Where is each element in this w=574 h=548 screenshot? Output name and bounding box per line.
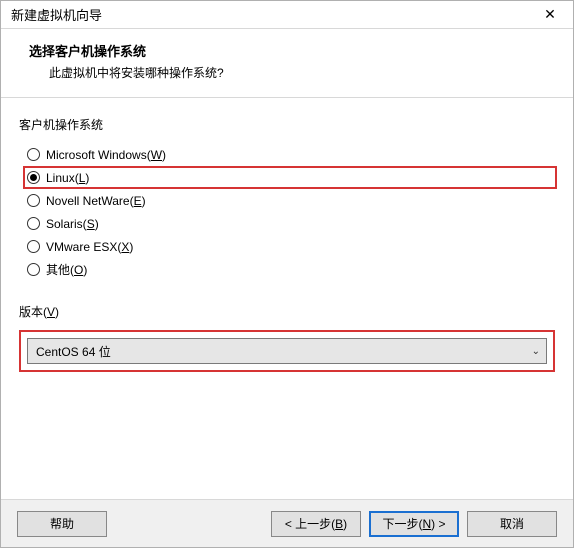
radio-label: Linux(L) [46, 171, 89, 185]
radio-label: VMware ESX(X) [46, 240, 133, 254]
guest-os-option-0[interactable]: Microsoft Windows(W) [25, 143, 555, 166]
new-vm-wizard-dialog: 新建虚拟机向导 ✕ 选择客户机操作系统 此虚拟机中将安装哪种操作系统? 客户机操… [0, 0, 574, 548]
header-title: 选择客户机操作系统 [29, 41, 553, 60]
radio-icon [27, 240, 40, 253]
guest-os-option-4[interactable]: VMware ESX(X) [25, 235, 555, 258]
radio-icon [27, 194, 40, 207]
radio-icon [27, 217, 40, 230]
back-button[interactable]: < 上一步(B) [271, 511, 361, 537]
guest-os-label: 客户机操作系统 [19, 116, 555, 133]
version-label: 版本(V) [19, 303, 555, 320]
radio-label: Novell NetWare(E) [46, 194, 146, 208]
radio-label: 其他(O) [46, 261, 87, 278]
guest-os-option-2[interactable]: Novell NetWare(E) [25, 189, 555, 212]
titlebar: 新建虚拟机向导 ✕ [1, 1, 573, 29]
help-button[interactable]: 帮助 [17, 511, 107, 537]
radio-icon [27, 263, 40, 276]
cancel-button[interactable]: 取消 [467, 511, 557, 537]
close-button[interactable]: ✕ [535, 4, 565, 26]
window-title: 新建虚拟机向导 [11, 5, 102, 24]
next-button[interactable]: 下一步(N) > [369, 511, 459, 537]
radio-icon [27, 148, 40, 161]
version-select[interactable]: CentOS 64 位 ⌄ [27, 338, 547, 364]
guest-os-option-5[interactable]: 其他(O) [25, 258, 555, 281]
wizard-footer: 帮助 < 上一步(B) 下一步(N) > 取消 [1, 499, 573, 547]
close-icon: ✕ [544, 6, 556, 23]
chevron-down-icon: ⌄ [532, 346, 540, 357]
version-highlight-box: CentOS 64 位 ⌄ [19, 330, 555, 372]
version-selected-value: CentOS 64 位 [36, 343, 111, 360]
wizard-header: 选择客户机操作系统 此虚拟机中将安装哪种操作系统? [1, 29, 573, 98]
guest-os-option-3[interactable]: Solaris(S) [25, 212, 555, 235]
wizard-content: 客户机操作系统 Microsoft Windows(W) Linux(L) Nove… [1, 98, 573, 499]
header-subtitle: 此虚拟机中将安装哪种操作系统? [29, 64, 553, 81]
guest-os-radio-group: Microsoft Windows(W) Linux(L) Novell NetWa… [25, 143, 555, 281]
radio-label: Solaris(S) [46, 217, 99, 231]
guest-os-option-1[interactable]: Linux(L) [23, 166, 557, 189]
radio-label: Microsoft Windows(W) [46, 148, 166, 162]
radio-icon [27, 171, 40, 184]
